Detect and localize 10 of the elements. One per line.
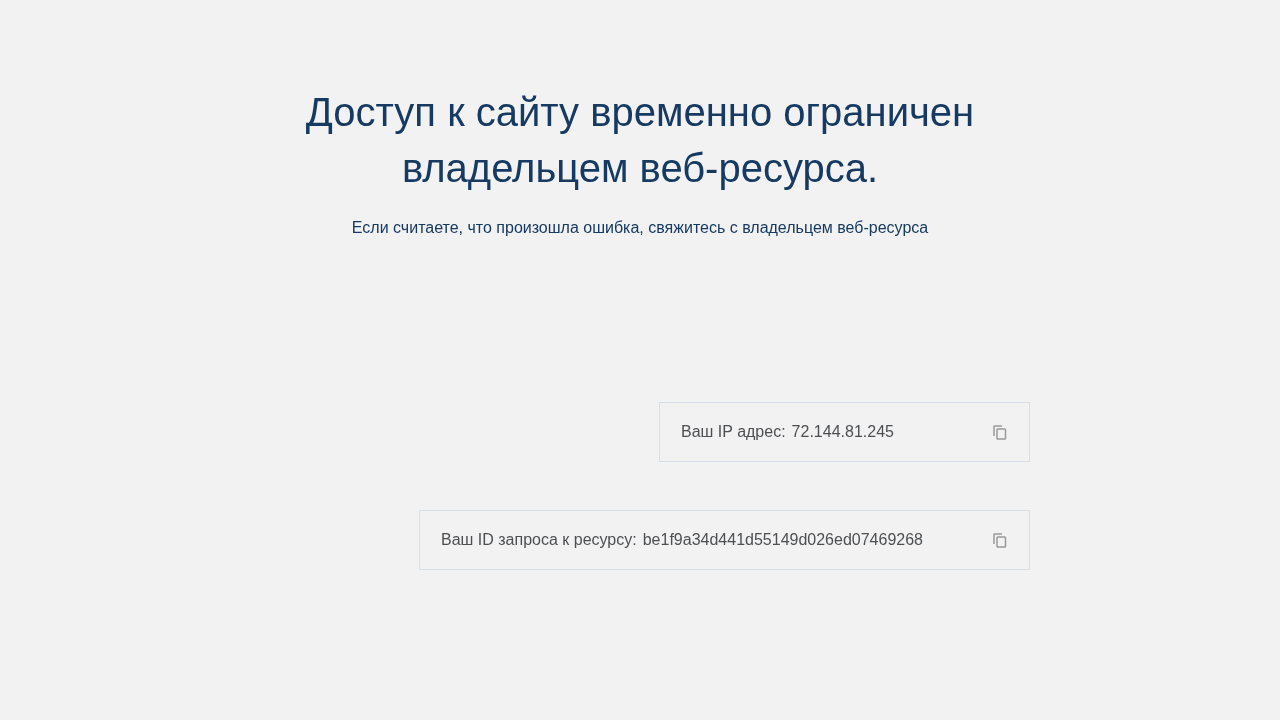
page-heading: Доступ к сайту временно ограничен владельцем веб-ресурса. (304, 89, 976, 192)
page-subheading: Если считаете, что произошла ошибка, свяжитесь с владельцем веб-ресурса (351, 218, 929, 238)
copy-button[interactable] (993, 424, 1007, 440)
info-label: Ваш ID запроса к ресурсу: (440, 531, 637, 549)
info-value: be1f9a34d441d55149d026ed07469268 (642, 531, 923, 549)
copy-button[interactable] (993, 532, 1007, 548)
info-label: Ваш IP адрес: (681, 423, 786, 441)
info-value: 72.144.81.245 (791, 423, 894, 441)
copy-icon (993, 532, 1007, 548)
copy-icon (993, 424, 1007, 440)
